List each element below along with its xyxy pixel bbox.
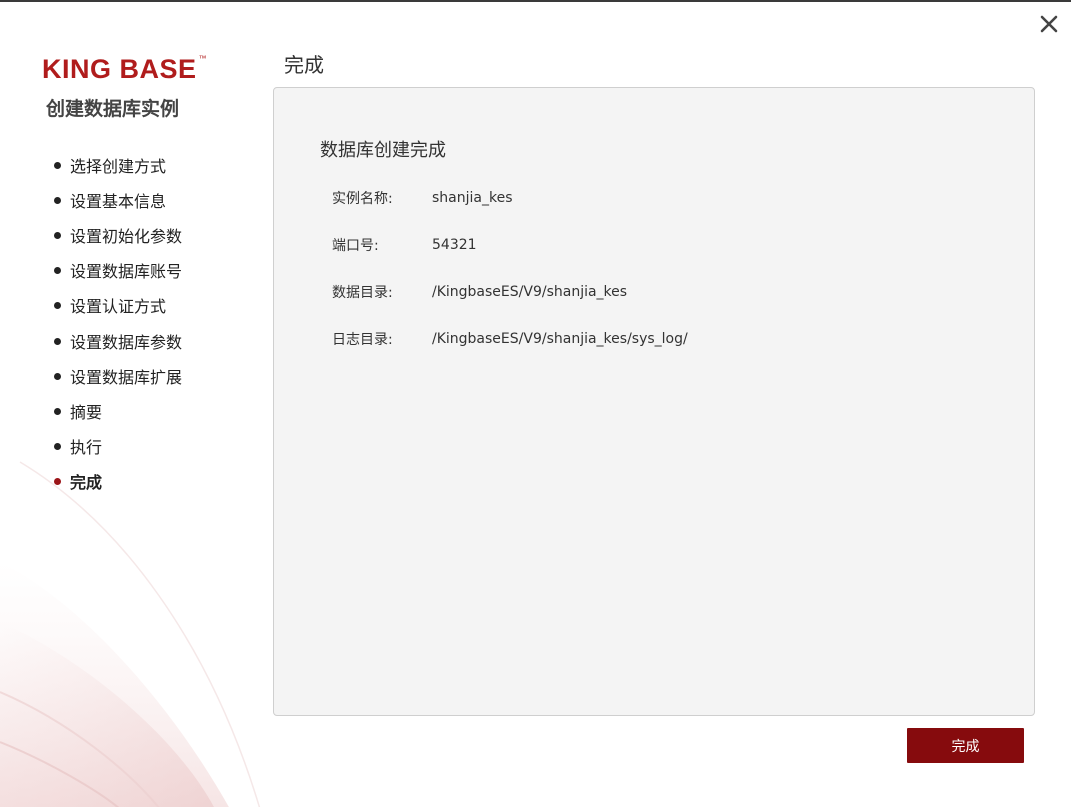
step-label: 执行 (70, 438, 103, 458)
instance-name-label: 实例名称: (332, 191, 393, 207)
kingbase-logo: KING BASE ™ (42, 54, 207, 84)
finish-button[interactable]: 完成 (907, 728, 1024, 763)
active-bullet-icon (54, 478, 61, 486)
port-value: 54321 (432, 237, 477, 253)
data-dir-label: 数据目录: (332, 285, 393, 301)
step-basic-info: 设置基本信息 (54, 182, 182, 217)
app-title: 创建数据库实例 (46, 98, 180, 120)
log-dir-row: 日志目录: /KingbaseES/V9/shanjia_kes/sys_log… (332, 329, 688, 349)
instance-name-row: 实例名称: shanjia_kes (332, 188, 513, 208)
log-dir-label: 日志目录: (332, 332, 393, 348)
step-summary: 摘要 (54, 393, 182, 428)
step-select-method: 选择创建方式 (54, 147, 182, 182)
port-label: 端口号: (332, 238, 379, 254)
logo-trademark: ™ (198, 54, 207, 63)
data-dir-value: /KingbaseES/V9/shanjia_kes (432, 284, 628, 300)
step-label: 设置认证方式 (70, 297, 167, 317)
completion-panel: 数据库创建完成 实例名称: shanjia_kes 端口号: 54321 数据目… (273, 87, 1035, 716)
bullet-icon (54, 372, 61, 380)
step-label: 完成 (70, 473, 103, 493)
bullet-icon (54, 337, 61, 345)
step-execute: 执行 (54, 429, 182, 464)
installer-window: KING BASE ™ 创建数据库实例 选择创建方式 设置基本信息 设置初始化参… (0, 0, 1071, 807)
bullet-icon (54, 196, 61, 204)
step-label: 摘要 (70, 402, 103, 422)
logo-text: KING BASE (42, 54, 197, 84)
port-row: 端口号: 54321 (332, 235, 477, 255)
bullet-icon (54, 161, 61, 169)
step-label: 设置数据库账号 (70, 262, 183, 282)
step-init-params: 设置初始化参数 (54, 217, 182, 252)
step-finish: 完成 (54, 464, 182, 499)
close-icon (1040, 15, 1058, 33)
data-dir-row: 数据目录: /KingbaseES/V9/shanjia_kes (332, 282, 627, 302)
step-label: 设置基本信息 (70, 191, 167, 211)
step-label: 设置数据库参数 (70, 332, 183, 352)
step-auth-method: 设置认证方式 (54, 288, 182, 323)
instance-name-value: shanjia_kes (432, 190, 513, 206)
bullet-icon (54, 267, 61, 275)
step-db-params: 设置数据库参数 (54, 323, 182, 358)
close-button[interactable] (1037, 12, 1061, 36)
log-dir-value: /KingbaseES/V9/shanjia_kes/sys_log/ (432, 331, 688, 347)
bullet-icon (54, 407, 61, 415)
step-db-account: 设置数据库账号 (54, 253, 182, 288)
step-label: 设置初始化参数 (70, 226, 183, 246)
page-title: 完成 (284, 53, 324, 77)
wizard-steps: 选择创建方式 设置基本信息 设置初始化参数 设置数据库账号 设置认证方式 设置数… (54, 147, 182, 499)
step-label: 选择创建方式 (70, 156, 167, 176)
step-db-extensions: 设置数据库扩展 (54, 358, 182, 393)
bullet-icon (54, 443, 61, 451)
completion-heading: 数据库创建完成 (320, 140, 446, 161)
bullet-icon (54, 302, 61, 310)
bullet-icon (54, 231, 61, 239)
step-label: 设置数据库扩展 (70, 367, 183, 387)
